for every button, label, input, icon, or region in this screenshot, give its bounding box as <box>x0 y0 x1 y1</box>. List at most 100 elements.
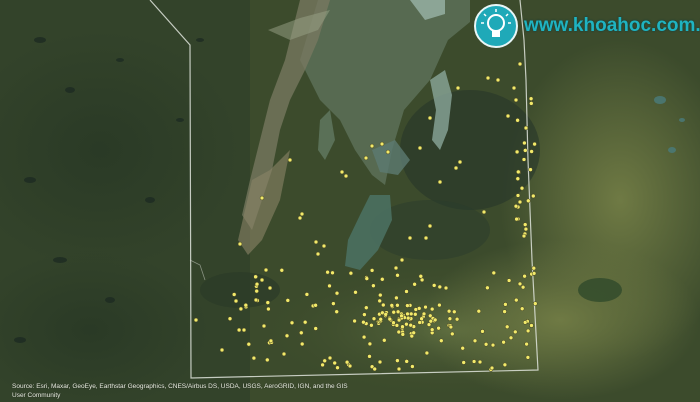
site-marker[interactable] <box>395 273 400 278</box>
site-marker[interactable] <box>460 345 465 351</box>
site-marker[interactable] <box>429 327 435 332</box>
site-marker[interactable] <box>432 317 438 323</box>
site-marker[interactable] <box>343 173 349 179</box>
site-marker[interactable] <box>476 308 482 314</box>
site-marker[interactable] <box>531 193 536 199</box>
site-marker[interactable] <box>254 281 260 287</box>
site-marker[interactable] <box>408 311 414 317</box>
site-marker[interactable] <box>281 351 287 357</box>
site-marker[interactable] <box>400 332 406 337</box>
site-marker[interactable] <box>448 324 454 330</box>
site-marker[interactable] <box>219 347 225 353</box>
site-marker[interactable] <box>443 285 449 291</box>
site-marker[interactable] <box>513 97 519 103</box>
site-marker[interactable] <box>394 295 399 301</box>
site-marker[interactable] <box>394 323 400 328</box>
site-marker[interactable] <box>503 302 508 307</box>
map-attribution[interactable]: Source: Esri, Maxar, GeoEye, Earthstar G… <box>12 382 348 400</box>
site-marker[interactable] <box>237 241 243 247</box>
site-marker[interactable] <box>513 203 519 209</box>
site-marker[interactable] <box>525 355 531 360</box>
site-marker[interactable] <box>424 350 430 356</box>
site-marker[interactable] <box>263 267 269 273</box>
site-marker[interactable] <box>523 125 529 131</box>
site-marker[interactable] <box>429 306 435 312</box>
site-marker[interactable] <box>413 312 418 317</box>
site-marker[interactable] <box>502 362 508 368</box>
site-marker[interactable] <box>289 320 295 326</box>
site-marker[interactable] <box>251 355 257 361</box>
site-marker[interactable] <box>227 316 233 321</box>
site-marker[interactable] <box>364 276 370 281</box>
site-marker[interactable] <box>383 312 388 317</box>
site-marker[interactable] <box>521 157 527 162</box>
site-marker[interactable] <box>330 270 335 276</box>
site-marker[interactable] <box>335 365 340 370</box>
site-marker[interactable] <box>284 333 290 339</box>
site-marker[interactable] <box>505 113 511 119</box>
site-marker[interactable] <box>395 303 400 308</box>
site-marker[interactable] <box>531 265 537 271</box>
site-marker[interactable] <box>453 165 459 171</box>
site-marker[interactable] <box>362 312 367 317</box>
site-marker[interactable] <box>287 157 293 163</box>
site-marker[interactable] <box>404 321 409 327</box>
site-marker[interactable] <box>405 315 411 321</box>
site-marker[interactable] <box>246 341 252 347</box>
site-marker[interactable] <box>325 269 330 275</box>
site-marker[interactable] <box>517 281 523 287</box>
site-marker[interactable] <box>396 329 402 335</box>
site-marker[interactable] <box>353 290 358 295</box>
site-marker[interactable] <box>461 360 466 365</box>
site-marker[interactable] <box>447 316 453 321</box>
site-marker[interactable] <box>514 149 520 155</box>
site-marker[interactable] <box>371 316 377 321</box>
site-marker[interactable] <box>452 309 457 315</box>
site-marker[interactable] <box>241 327 247 333</box>
site-marker[interactable] <box>399 257 405 263</box>
site-marker[interactable] <box>410 364 415 369</box>
site-marker[interactable] <box>437 179 443 185</box>
site-marker[interactable] <box>400 324 405 329</box>
site-marker[interactable] <box>416 306 422 311</box>
site-marker[interactable] <box>423 304 428 310</box>
site-marker[interactable] <box>391 320 396 325</box>
site-marker[interactable] <box>279 268 285 273</box>
site-marker[interactable] <box>450 331 455 337</box>
site-marker[interactable] <box>514 216 519 222</box>
site-marker[interactable] <box>253 274 258 280</box>
site-marker[interactable] <box>382 338 387 343</box>
site-marker[interactable] <box>371 283 376 288</box>
site-marker[interactable] <box>381 302 386 308</box>
site-marker[interactable] <box>495 77 501 83</box>
site-marker[interactable] <box>380 277 385 282</box>
site-marker[interactable] <box>483 342 489 347</box>
site-marker[interactable] <box>417 320 422 325</box>
site-marker[interactable] <box>331 301 336 306</box>
site-marker[interactable] <box>334 309 339 314</box>
site-marker[interactable] <box>385 149 391 155</box>
site-marker[interactable] <box>396 317 402 323</box>
site-marker[interactable] <box>231 292 237 297</box>
site-marker[interactable] <box>313 303 318 308</box>
site-marker[interactable] <box>405 303 410 308</box>
site-marker[interactable] <box>418 274 424 279</box>
site-marker[interactable] <box>347 363 353 369</box>
site-marker[interactable] <box>339 169 345 175</box>
site-marker[interactable] <box>516 169 521 175</box>
site-marker[interactable] <box>427 115 433 121</box>
site-marker[interactable] <box>361 334 367 340</box>
site-marker[interactable] <box>404 359 409 364</box>
site-marker[interactable] <box>238 306 244 312</box>
site-marker[interactable] <box>508 335 514 341</box>
site-marker[interactable] <box>513 329 518 335</box>
site-marker[interactable] <box>522 140 527 146</box>
site-marker[interactable] <box>423 235 429 241</box>
site-marker[interactable] <box>399 313 404 319</box>
site-marker[interactable] <box>254 288 259 294</box>
site-marker[interactable] <box>421 311 427 317</box>
site-marker[interactable] <box>529 149 534 154</box>
site-marker[interactable] <box>348 270 354 276</box>
site-marker[interactable] <box>313 326 318 331</box>
site-marker[interactable] <box>369 268 375 273</box>
